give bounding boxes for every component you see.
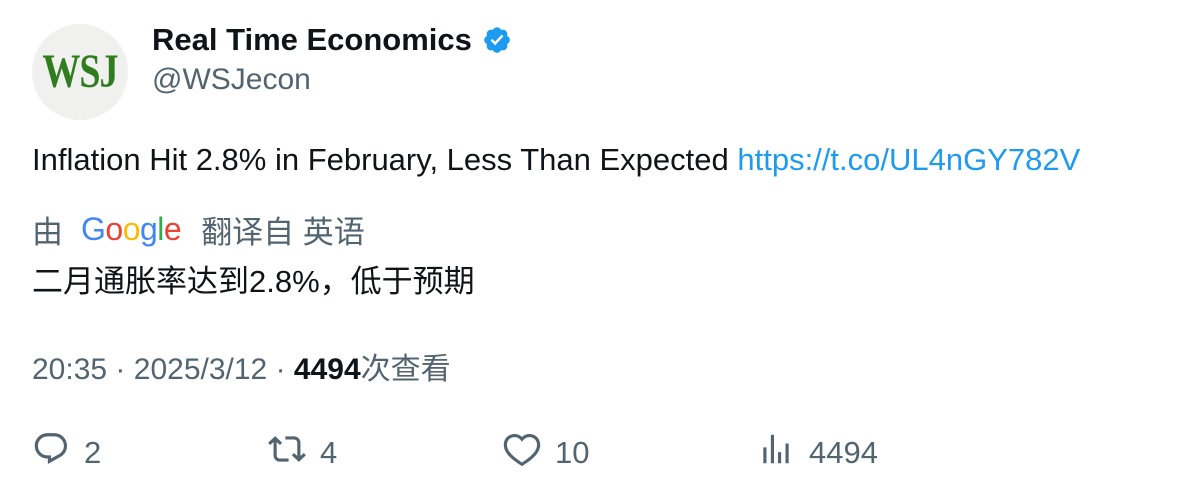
google-letter: g (139, 211, 158, 247)
reply-icon (32, 430, 70, 476)
heart-icon (503, 430, 541, 476)
translation-attribution: 由 Google 翻译自 英语 (32, 207, 365, 252)
translated-text: 二月通胀率达到2.8%，低于预期 (32, 264, 475, 299)
meta-separator: · (115, 353, 126, 386)
analytics-icon (757, 430, 795, 476)
tweet-meta: 20:35 · 2025/3/12 · 4494次查看 (32, 344, 451, 388)
author-name-row: Real Time Economics (152, 22, 512, 58)
tweet-link[interactable]: https://t.co/UL4nGY782V (737, 142, 1080, 177)
google-logo[interactable]: Google (81, 211, 182, 248)
views-label: 次查看 (360, 353, 451, 386)
retweet-button[interactable]: 4 (268, 430, 337, 476)
views-action-count: 4494 (809, 435, 878, 470)
like-count: 10 (555, 435, 590, 470)
display-name[interactable]: Real Time Economics (152, 22, 472, 58)
retweet-count: 4 (320, 435, 338, 470)
wsj-logo: WSJ (42, 45, 118, 99)
google-letter: o (105, 211, 123, 247)
handle[interactable]: @WSJecon (152, 63, 311, 97)
google-letter: G (81, 211, 106, 247)
views-count: 4494 (293, 353, 361, 386)
avatar[interactable]: WSJ (32, 24, 128, 120)
translation-prefix: 由 (32, 215, 63, 250)
translation-suffix: 翻译自 英语 (201, 215, 365, 250)
tweet-text: Inflation Hit 2.8% in February, Less Tha… (32, 142, 1080, 178)
reply-button[interactable]: 2 (32, 430, 101, 476)
google-letter: o (122, 211, 141, 247)
tweet-date[interactable]: 2025/3/12 (134, 353, 267, 386)
tweet-time[interactable]: 20:35 (32, 353, 107, 386)
views-button[interactable]: 4494 (757, 430, 878, 476)
reply-count: 2 (84, 435, 102, 470)
like-button[interactable]: 10 (503, 430, 589, 476)
verified-badge-icon (482, 25, 512, 55)
retweet-icon (268, 430, 306, 476)
action-bar: 2 4 10 4494 (0, 430, 1196, 480)
meta-separator: · (275, 353, 286, 386)
google-letter: e (163, 211, 182, 247)
google-letter: l (157, 211, 164, 247)
tweet-body: Inflation Hit 2.8% in February, Less Tha… (32, 142, 729, 177)
